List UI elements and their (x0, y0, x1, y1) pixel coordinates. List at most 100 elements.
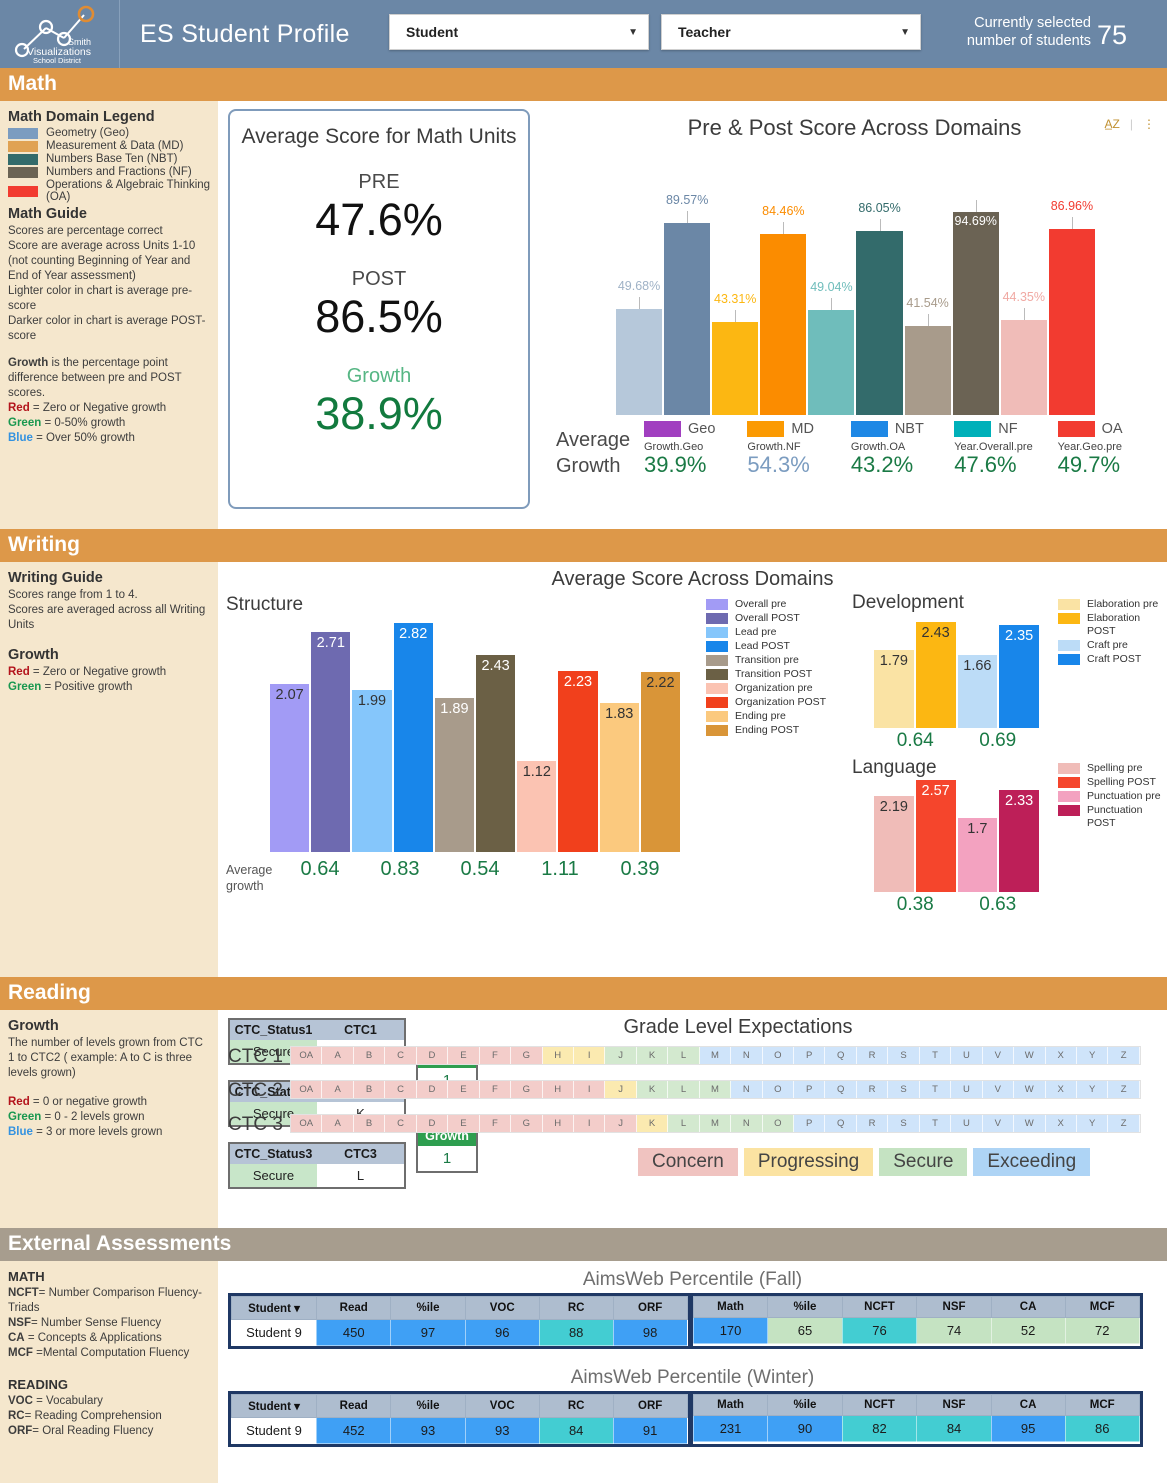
gle-cell: M (699, 1047, 732, 1064)
table-cell: 90 (767, 1415, 843, 1442)
writing-main: Average Score Across Domains Structure 2… (218, 562, 1167, 977)
teacher-select[interactable]: Teacher ▼ (661, 14, 921, 50)
math-growth-value: 54.3% (747, 452, 810, 477)
gle-cell: I (573, 1081, 606, 1098)
column-header: NCFT (841, 1394, 918, 1416)
bar-column: 43.31% (712, 292, 759, 415)
color-swatch (706, 599, 728, 610)
reading-growth-key-line: Red = 0 or negative growth (8, 1096, 148, 1108)
ctc-status-value: Secure (230, 1164, 317, 1187)
legend-label: Spelling pre (1087, 762, 1143, 774)
math-pre-label: PRE (358, 171, 400, 193)
more-vertical-icon[interactable]: ⋮ (1143, 117, 1155, 131)
color-swatch (706, 725, 728, 736)
math-legend-item: Operations & Algebraic Thinking (OA) (8, 179, 212, 203)
bar-value-label: 2.43 (921, 625, 950, 641)
bar-column: 1.7 (957, 818, 998, 892)
bar-fill (712, 322, 759, 415)
color-swatch (1058, 805, 1080, 816)
bar-value-label: 2.33 (1005, 793, 1034, 809)
bar-column: 44.35% (1000, 290, 1047, 415)
legend-label: Punctuation POST (1087, 804, 1143, 829)
reading-status-legend: Concern Progressing Secure Exceeding (638, 1148, 1091, 1176)
math-domain-legend: Geometry (Geo) Measurement & Data (MD) Num… (8, 127, 212, 203)
bar-fill (664, 223, 711, 415)
gle-cell: J (605, 1115, 637, 1132)
bar-tick (1023, 308, 1025, 320)
bar-value-label: 1.7 (967, 821, 988, 837)
math-domain-legend-entry: OA (1057, 421, 1161, 437)
structure-legend-item: Organization POST (706, 696, 826, 709)
bar-column: 1.99 (352, 690, 392, 852)
bar-column: 86.05% (856, 201, 903, 415)
table-cell: 65 (767, 1317, 843, 1344)
bar-column: 2.07 (270, 684, 310, 852)
divider: | (1129, 117, 1133, 131)
bar-tick (783, 222, 785, 234)
external-reading-key: ORF= Oral Reading Fluency (8, 1425, 154, 1437)
gle-cell: H (542, 1047, 574, 1064)
math-growth-value: 39.9% (644, 452, 707, 477)
gle-cell: V (982, 1047, 1015, 1064)
math-pre-value: 47.6% (315, 194, 443, 245)
math-legend-label: Measurement & Data (MD) (46, 140, 184, 152)
bar-value-label: 2.19 (879, 799, 908, 815)
structure-legend-item: Lead POST (706, 640, 826, 653)
gle-cell: L (668, 1047, 700, 1064)
ctc-level-header: CTC1 (344, 1023, 377, 1037)
structure-growth-value: 1.11 (541, 858, 579, 880)
column-header[interactable]: Student ▾ (231, 1394, 317, 1418)
gle-cell: S (888, 1081, 920, 1098)
gle-cell: J (605, 1081, 637, 1098)
color-swatch (954, 421, 992, 437)
bar-tick (975, 200, 977, 212)
column-header[interactable]: Student ▾ (231, 1296, 317, 1320)
aimsweb-table-title: AimsWeb Percentile (Winter) (570, 1367, 815, 1388)
development-title: Development (852, 592, 964, 613)
gle-cell: C (385, 1081, 417, 1098)
language-legend-item: Punctuation POST (1058, 804, 1167, 830)
gle-cell: C (385, 1047, 417, 1064)
table-row: 170 65 76 74 52 72 (692, 1317, 1141, 1344)
color-swatch (1058, 613, 1080, 624)
legend-label: Ending POST (735, 724, 800, 736)
gle-cell: E (448, 1047, 480, 1064)
bar-column: 2.82 (393, 623, 433, 852)
bar-tick (1071, 217, 1073, 229)
math-growth-item: NBT Growth.OA 43.2% (850, 421, 954, 478)
sort-az-icon[interactable]: A̲Z (1105, 117, 1120, 131)
section-header-reading: Reading (0, 977, 1167, 1010)
structure-bar-group: 2.07 2.71 1.99 2.82 1.89 2.43 1.12 2.23 1.83 2.22 (270, 612, 681, 852)
math-avg-growth-label: Average Growth (556, 429, 631, 477)
average-math-score-card: Average Score for Math Units PRE 47.6% P… (228, 109, 530, 509)
legend-label: Overall POST (735, 612, 800, 624)
bar-column: 41.54% (904, 296, 951, 415)
bar-value-label: 2.43 (481, 658, 510, 674)
gle-cell: P (794, 1115, 826, 1132)
gle-cell: T (919, 1047, 952, 1064)
gle-cell: G (511, 1081, 543, 1098)
bar-value-label: 41.54% (906, 296, 949, 310)
legend-label: Transition POST (735, 668, 813, 680)
bar-column: 1.12 (517, 761, 557, 852)
math-legend-label: Numbers and Fractions (NF) (46, 166, 192, 178)
legend-label: Organization pre (735, 682, 813, 694)
structure-legend-item: Ending pre (706, 710, 826, 723)
development-legend-item: Craft pre (1058, 639, 1167, 652)
math-growth-legend: Average Growth Geo Growth.Geo 39.9% MD Growth… (548, 417, 1161, 509)
gle-cell: OA (291, 1047, 323, 1064)
math-growth-item: OA Year.Geo.pre 49.7% (1057, 421, 1161, 478)
math-legend-item: Geometry (Geo) (8, 127, 212, 139)
structure-growth-value: 0.39 (620, 858, 660, 880)
ctc-card-header: CTC_Status3 CTC3 (230, 1144, 404, 1164)
student-select[interactable]: Student ▼ (389, 14, 649, 50)
external-reading-key: VOC = Vocabulary (8, 1395, 103, 1407)
ctc-growth-value: 1 (418, 1146, 476, 1171)
column-header: %ile (390, 1296, 466, 1320)
bar-column: 2.23 (558, 671, 598, 852)
gle-cell: M (699, 1081, 732, 1098)
gle-cell: P (794, 1047, 826, 1064)
bar-tick (831, 298, 833, 310)
gle-cell: Z (1108, 1047, 1140, 1064)
column-header: NCFT (841, 1296, 918, 1318)
